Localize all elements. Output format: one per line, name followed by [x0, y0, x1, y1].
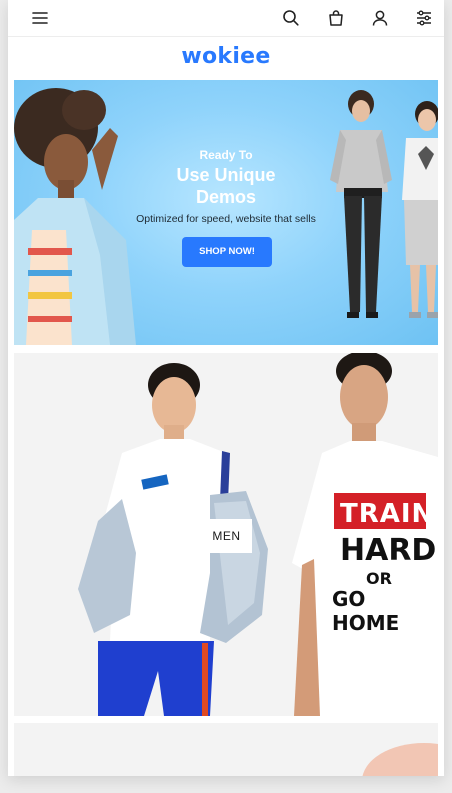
men-category-banner[interactable]: TRAIN HARD OR GO HOME MEN: [14, 353, 438, 716]
hero-title-line-2: Demos: [195, 187, 257, 207]
shirt-text-line-1: TRAIN: [340, 499, 435, 529]
shirt-text-line-3: OR: [366, 569, 392, 588]
settings-icon[interactable]: [414, 8, 434, 28]
shirt-text-line-4: GO HOME: [332, 587, 400, 635]
shirt-text-line-2: HARD: [340, 533, 437, 568]
hero-banner[interactable]: Ready To Use Unique Demos Optimized for …: [14, 80, 438, 345]
next-category-banner[interactable]: [14, 723, 438, 776]
top-toolbar: [8, 0, 444, 37]
men-category-label[interactable]: MEN: [201, 519, 252, 553]
hero-title: Use Unique Demos: [94, 164, 358, 208]
bag-icon[interactable]: [326, 8, 346, 28]
search-icon[interactable]: [281, 8, 301, 28]
next-banner-illustration: [362, 743, 438, 776]
hero-kicker: Ready To: [199, 148, 253, 162]
account-icon[interactable]: [370, 8, 390, 28]
shop-now-button[interactable]: SHOP NOW!: [182, 237, 272, 267]
site-logo[interactable]: wokiee: [8, 44, 444, 69]
hero-subtitle: Optimized for speed, website that sells: [136, 213, 316, 225]
menu-icon[interactable]: [30, 8, 50, 28]
mobile-viewport: wokiee Ready To Use Unique Demos Optimiz…: [8, 0, 444, 776]
hero-title-line-1: Use Unique: [176, 165, 276, 185]
